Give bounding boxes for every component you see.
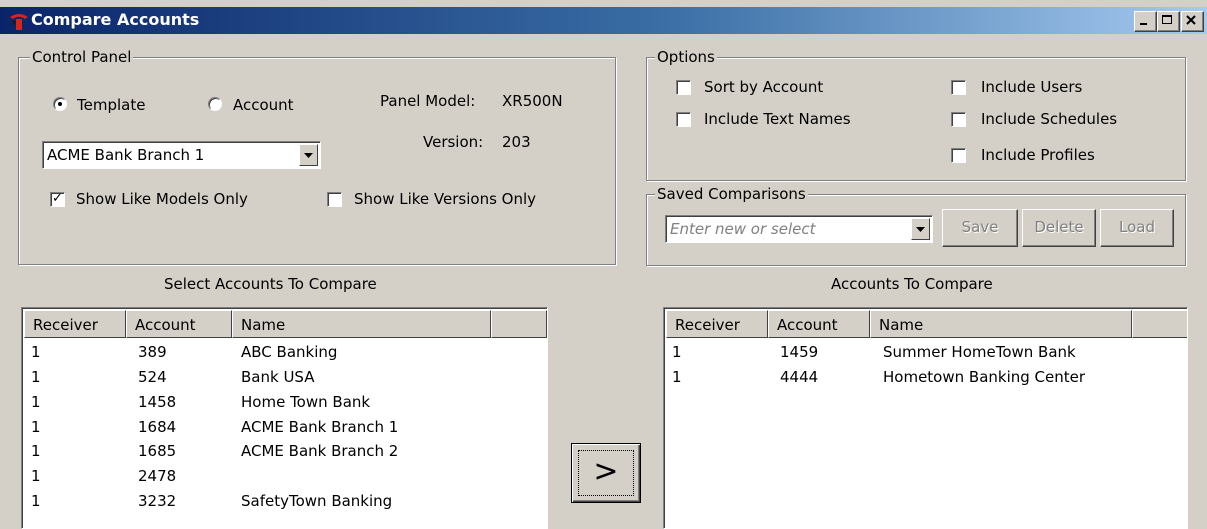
account-cell: 524 [138,368,167,386]
select-accounts-title: Select Accounts To Compare [164,275,377,293]
table-row[interactable]: 1 4444 Hometown Banking Center [666,369,1184,386]
panel-model-label: Panel Model: [380,92,476,110]
dropdown-arrow-icon [304,153,313,158]
move-right-label: > [593,454,619,489]
name-cell: Hometown Banking Center [883,368,1086,386]
window-title: Compare Accounts [31,10,200,29]
title-bar: Compare Accounts [0,7,1207,34]
dropdown-arrow-icon [916,227,925,232]
close-icon [1186,15,1196,25]
account-cell: 1458 [138,393,177,411]
account-cell: 2478 [138,467,177,485]
minimize-icon [1140,23,1147,25]
name-cell: SafetyTown Banking [241,492,393,510]
receiver-cell: 1 [672,343,682,361]
template-radio[interactable] [53,97,67,111]
receiver-cell: 1 [31,343,41,361]
version-value: 203 [502,133,531,151]
saved-comparisons-placeholder[interactable]: Enter new or select [670,220,815,238]
close-button[interactable] [1181,11,1204,32]
show-like-models-checkbox[interactable]: ✓ [50,191,65,207]
account-cell: 1685 [138,442,177,460]
name-cell: Summer HomeTown Bank [883,343,1076,361]
include-profiles-checkbox[interactable] [951,148,966,163]
receiver-cell: 1 [31,492,41,510]
show-like-models-label[interactable]: Show Like Models Only [76,190,248,208]
account-radio-label[interactable]: Account [233,96,294,114]
add-to-compare-button[interactable]: > [571,443,641,503]
delete-button-label: Delete [1034,218,1084,236]
include-users-checkbox[interactable] [951,80,966,95]
receiver-cell: 1 [31,368,41,386]
saved-comparisons-legend: Saved Comparisons [655,185,808,203]
template-combo[interactable]: ACME Bank Branch 1 [42,141,321,169]
load-button[interactable]: Load [1100,209,1174,247]
name-cell: ACME Bank Branch 1 [241,418,399,436]
table-row[interactable]: 1 1458 Home Town Bank [24,394,544,411]
table-row[interactable]: 1 2478 [24,468,544,485]
app-logo-icon[interactable] [8,11,30,31]
include-users-label[interactable]: Include Users [981,78,1082,96]
minimize-button[interactable] [1134,11,1157,32]
include-text-names-label[interactable]: Include Text Names [704,110,851,128]
template-combo-value: ACME Bank Branch 1 [47,146,205,164]
include-schedules-checkbox[interactable] [951,112,966,127]
include-text-names-checkbox[interactable] [676,112,691,127]
saved-comparisons-combo[interactable]: Enter new or select [665,215,933,243]
table-row[interactable]: 1 524 Bank USA [24,369,544,386]
account-cell: 389 [138,343,167,361]
column-header-name[interactable]: Name [232,310,491,338]
table-row[interactable]: 1 1685 ACME Bank Branch 2 [24,443,544,460]
include-profiles-label[interactable]: Include Profiles [981,146,1095,164]
saved-combo-dropdown[interactable] [911,218,930,240]
table-row[interactable]: 1 389 ABC Banking [24,344,544,361]
table-row[interactable]: 1 1459 Summer HomeTown Bank [666,344,1184,361]
template-radio-label[interactable]: Template [77,96,145,114]
include-schedules-label[interactable]: Include Schedules [981,110,1117,128]
save-button-label: Save [961,218,999,236]
column-header-receiver[interactable]: Receiver [24,310,126,338]
maximize-icon [1162,15,1172,24]
table-row[interactable]: 1 3232 SafetyTown Banking [24,493,544,510]
maximize-button[interactable] [1157,11,1180,32]
load-button-label: Load [1119,218,1155,236]
receiver-cell: 1 [31,418,41,436]
column-header-receiver[interactable]: Receiver [666,310,768,338]
column-header-filler [1132,310,1187,338]
sort-by-account-checkbox[interactable] [676,80,691,95]
show-like-versions-checkbox[interactable] [327,192,342,207]
account-cell: 1684 [138,418,177,436]
check-icon: ✓ [52,191,63,206]
column-header-account[interactable]: Account [126,310,232,338]
accounts-to-compare-list[interactable]: Receiver Account Name 1 1459 Summer Home… [663,307,1188,529]
column-header-name[interactable]: Name [870,310,1132,338]
name-cell: ABC Banking [241,343,338,361]
receiver-cell: 1 [31,393,41,411]
receiver-cell: 1 [31,442,41,460]
save-button[interactable]: Save [942,209,1018,247]
name-cell: Bank USA [241,368,315,386]
sort-by-account-label[interactable]: Sort by Account [704,78,823,96]
account-radio[interactable] [208,97,222,111]
name-cell: ACME Bank Branch 2 [241,442,399,460]
delete-button[interactable]: Delete [1022,209,1096,247]
table-row[interactable]: 1 1684 ACME Bank Branch 1 [24,419,544,436]
receiver-cell: 1 [31,467,41,485]
version-label: Version: [423,133,484,151]
account-cell: 3232 [138,492,177,510]
options-legend: Options [655,48,717,66]
column-header-account[interactable]: Account [768,310,870,338]
template-combo-dropdown[interactable] [299,144,318,166]
show-like-versions-label[interactable]: Show Like Versions Only [354,190,536,208]
control-panel-legend: Control Panel [30,48,134,66]
select-accounts-list[interactable]: Receiver Account Name 1 389 ABC Banking … [21,307,548,529]
column-header-filler [491,310,547,338]
name-cell: Home Town Bank [241,393,371,411]
account-cell: 1459 [780,343,819,361]
accounts-to-compare-title: Accounts To Compare [831,275,993,293]
template-radio-dot [58,102,62,106]
panel-model-value: XR500N [502,92,563,110]
account-cell: 4444 [780,368,819,386]
receiver-cell: 1 [672,368,682,386]
